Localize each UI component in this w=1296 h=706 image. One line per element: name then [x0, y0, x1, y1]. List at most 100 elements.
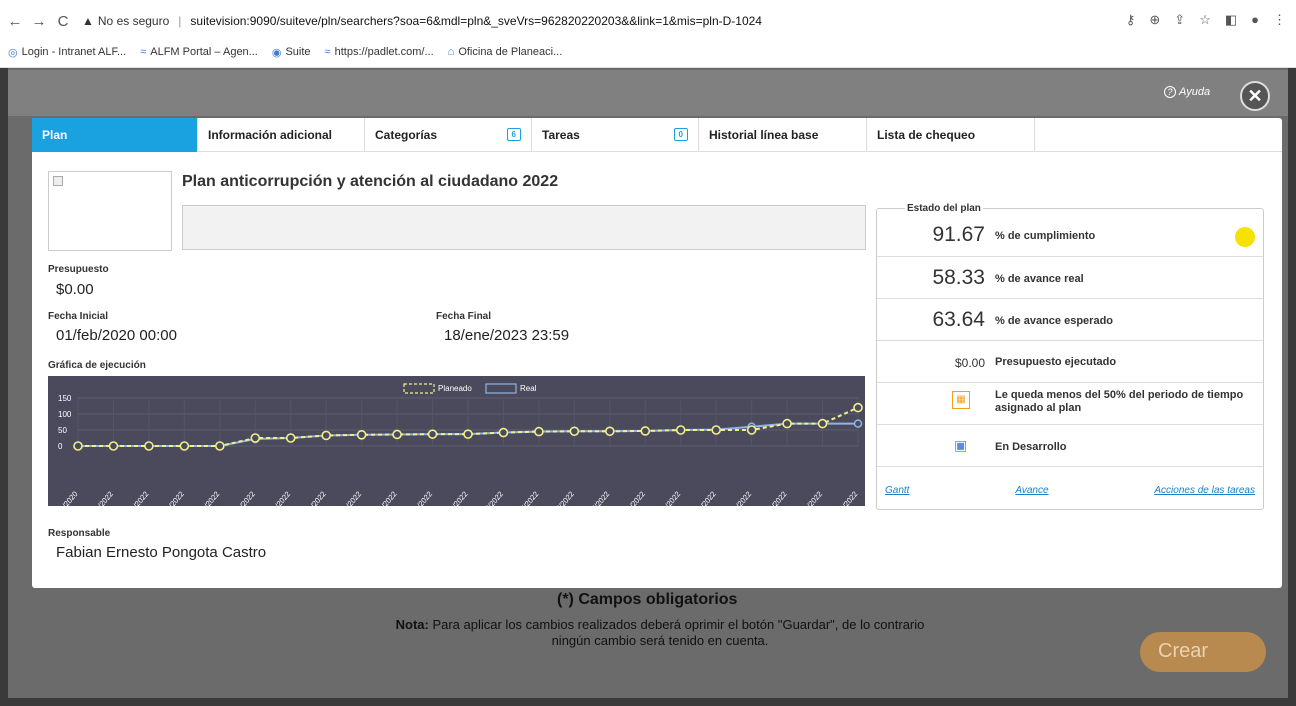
tab-label: Historial línea base: [709, 128, 819, 142]
tab-plan[interactable]: Plan: [32, 118, 198, 152]
expected-progress-label: % de avance esperado: [995, 315, 1114, 327]
end-date-value: 18/ene/2023 23:59: [444, 327, 570, 344]
reload-icon[interactable]: C: [54, 13, 72, 30]
plan-modal: Plan Información adicional Categorías 6 T…: [32, 118, 1282, 588]
tab-label: Plan: [42, 128, 68, 142]
wave-icon: ≈: [324, 46, 331, 58]
calendar-icon: ▦: [952, 391, 970, 409]
data-point-planned: [534, 426, 544, 437]
tab-label: Lista de chequeo: [877, 128, 976, 142]
plan-image[interactable]: [48, 171, 172, 251]
tab-label: Información adicional: [208, 128, 333, 142]
tab-categories[interactable]: Categorías 6: [365, 118, 532, 152]
data-point-planned: [605, 426, 615, 437]
real-progress-row: 58.33 % de avance real: [877, 257, 1263, 299]
bookmark-item[interactable]: ◉ Suite: [272, 46, 311, 59]
state-label: En Desarrollo: [995, 441, 1067, 453]
chart-label: Gráfica de ejecución: [48, 360, 146, 371]
data-point-planned: [463, 429, 473, 439]
bookmark-label: Login - Intranet ALF...: [21, 46, 127, 58]
x-tick-label: 14/ago/2022: [649, 490, 683, 506]
y-tick-label: 100: [58, 410, 72, 419]
note-label: Nota:: [395, 617, 429, 632]
bookmark-label: ALFM Portal – Agen...: [150, 46, 258, 58]
url-text: suitevision:9090/suiteve/pln/searchers?s…: [190, 14, 762, 28]
zoom-icon[interactable]: ⊕: [1149, 12, 1160, 28]
end-date-label: Fecha Final: [436, 311, 492, 322]
x-tick-label: 08/may/2022: [257, 490, 292, 506]
tab-info[interactable]: Información adicional: [198, 118, 365, 152]
bookmark-item[interactable]: ≈ ALFM Portal – Agen...: [140, 46, 258, 58]
y-tick-label: 150: [58, 394, 72, 403]
expected-progress-value: 63.64: [932, 308, 985, 331]
status-title: Estado del plan: [905, 203, 983, 214]
help-label: Ayuda: [1179, 86, 1211, 98]
x-tick-label: 06/feb/2022: [83, 490, 115, 506]
create-button[interactable]: Crear: [1140, 632, 1266, 672]
executed-budget-row: $0.00 Presupuesto ejecutado: [877, 341, 1263, 383]
progress-link[interactable]: Avance: [1015, 485, 1048, 496]
y-tick-label: 50: [58, 426, 67, 435]
sidepanel-icon[interactable]: ◧: [1225, 12, 1237, 28]
compliance-row: 91.67 % de cumplimiento: [877, 215, 1263, 257]
data-point-planned: [853, 402, 863, 413]
back-icon[interactable]: ←: [6, 13, 24, 30]
tab-tasks[interactable]: Tareas 0: [532, 118, 699, 152]
star-icon[interactable]: ☆: [1199, 12, 1211, 28]
period-text: Le queda menos del 50% del periodo de ti…: [995, 389, 1244, 414]
x-tick-label: 01/feb/2020: [48, 490, 80, 506]
legend-swatch: [403, 383, 435, 394]
bookmark-item[interactable]: ⌂ Oficina de Planeaci...: [448, 46, 563, 58]
tab-checklist[interactable]: Lista de chequeo: [867, 118, 1035, 152]
wave-icon: ≈: [140, 46, 147, 58]
share-icon[interactable]: ⇪: [1174, 12, 1185, 28]
bookmark-item[interactable]: ≈ https://padlet.com/...: [325, 46, 434, 58]
description-textarea[interactable]: [182, 205, 866, 250]
briefcase-icon: ▣: [954, 437, 968, 453]
start-date-label: Fecha Inicial: [48, 311, 109, 322]
x-tick-label: 03/abr/2022: [153, 490, 186, 506]
bookmark-item[interactable]: ◎ Login - Intranet ALF...: [8, 46, 126, 59]
forward-icon[interactable]: →: [30, 13, 48, 30]
close-icon[interactable]: ✕: [1240, 81, 1270, 111]
key-icon[interactable]: ⚷: [1126, 12, 1136, 28]
x-tick-label: 29/may/2022: [364, 490, 399, 506]
data-point-planned: [285, 433, 296, 443]
gantt-link[interactable]: Gantt: [885, 485, 909, 496]
globe-icon: ◎: [8, 46, 18, 59]
data-point-planned: [498, 427, 509, 438]
tab-history[interactable]: Historial línea base: [699, 118, 867, 152]
tab-label: Tareas: [542, 128, 580, 142]
menu-icon[interactable]: ⋮: [1273, 12, 1286, 28]
help-link[interactable]: ? Ayuda: [1164, 86, 1210, 98]
compliance-label: % de cumplimiento: [995, 230, 1096, 242]
bookmark-label: https://padlet.com/...: [334, 46, 434, 58]
address-bar[interactable]: ▲ No es seguro | suitevision:9090/suitev…: [82, 14, 762, 28]
legend-swatch: [485, 383, 517, 394]
real-progress-value: 58.33: [932, 266, 985, 289]
tab-label: Categorías: [375, 128, 438, 142]
start-date-value: 01/feb/2020 00:00: [56, 327, 177, 344]
x-tick-label: 20/feb/2022: [118, 490, 150, 506]
save-note: Nota: Para aplicar los cambios realizado…: [380, 617, 940, 649]
data-point-planned: [356, 429, 367, 440]
x-tick-label: 14/sep/2022: [826, 490, 859, 506]
real-progress-label: % de avance real: [995, 273, 1084, 285]
bookmark-label: Suite: [285, 46, 311, 58]
task-actions-link[interactable]: Acciones de las tareas: [1154, 485, 1255, 496]
plan-status-panel: Estado del plan 91.67 % de cumplimiento …: [876, 203, 1264, 510]
x-tick-label: 10/jul/2022: [510, 490, 540, 506]
data-point-planned: [215, 441, 225, 451]
period-row: ▦ Le queda menos del 50% del periodo de …: [877, 383, 1263, 425]
legend-label: Planeado: [438, 384, 472, 393]
x-tick-label: 11/sep/2022: [791, 490, 824, 506]
x-tick-label: 04/sep/2022: [755, 490, 788, 506]
x-tick-label: 15/may/2022: [293, 490, 328, 506]
data-point-planned: [179, 441, 190, 451]
executed-budget-label: Presupuesto ejecutado: [995, 356, 1117, 368]
data-point-planned: [675, 425, 686, 435]
profile-icon[interactable]: ●: [1251, 12, 1259, 28]
data-point-planned: [711, 425, 721, 435]
budget-label: Presupuesto: [48, 264, 109, 275]
x-tick-label: 26/jun/2022: [437, 490, 469, 506]
